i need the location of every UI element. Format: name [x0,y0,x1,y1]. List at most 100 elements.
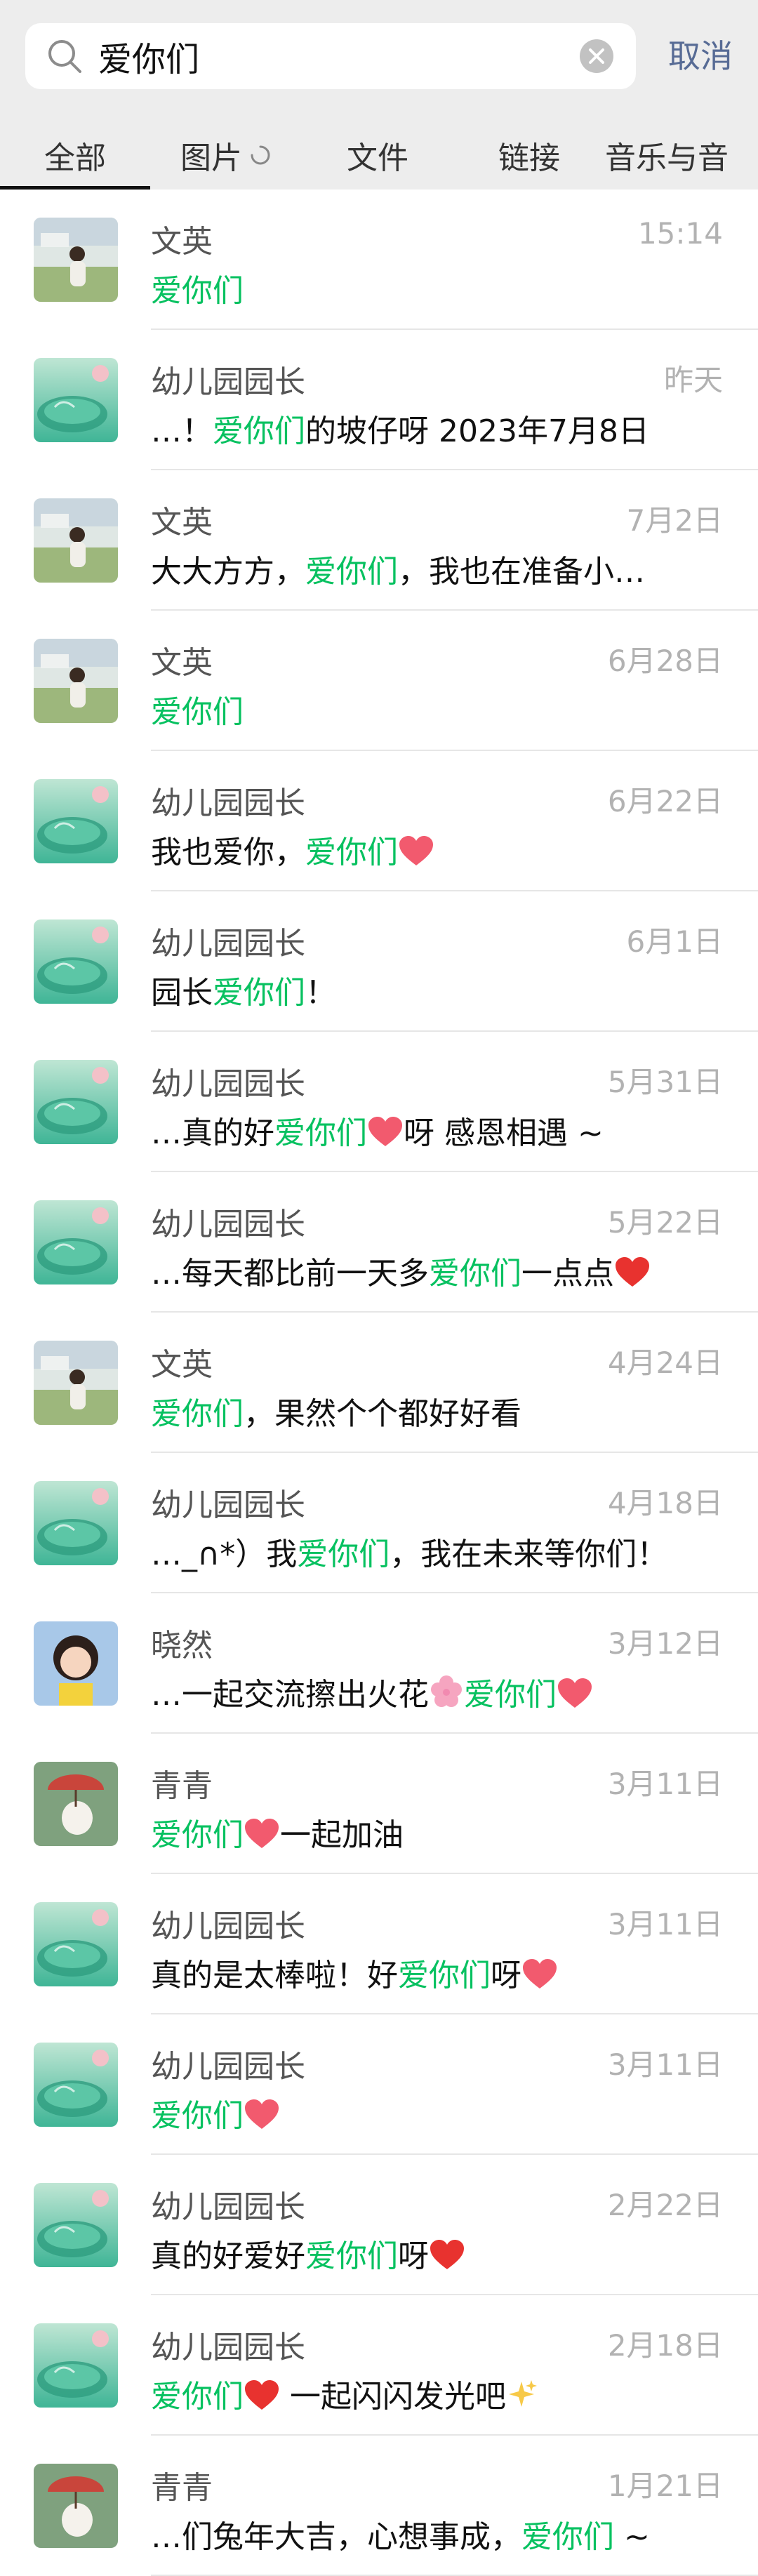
message-time: 6月28日 [607,644,723,678]
message-snippet: 爱你们 一起闪闪发光吧 [151,2371,538,2416]
message-snippet: …们兔年大吉，心想事成，爱你们 ~ [151,2511,650,2556]
snippet-suffix: 一起加油 [280,1817,404,1853]
avatar [34,2043,118,2127]
snippet-highlight: 爱你们 [305,2238,398,2274]
snippet-suffix: 一点点 [521,1256,614,1292]
snippet-highlight: 爱你们 [274,1115,367,1151]
snippet-suffix: ，我也在准备小… [398,554,645,590]
tab-music[interactable]: 音乐与音 [605,121,758,190]
search-icon [48,40,81,73]
search-result-row[interactable]: 青青 3月11日 爱你们 一起加油 [0,1734,758,1874]
tab-label: 文件 [347,140,408,176]
heart-emoji-icon [245,1819,279,1848]
snippet-highlight: 爱你们 [398,1958,491,1993]
avatar [34,1341,118,1425]
search-results-list: 文英 15:14 爱你们幼儿园园长 昨天 …！爱你们的坡仔呀 2023年7月8日 文英 7月… [0,190,758,2576]
filter-tabs: 全部 图片 文件 链接 音乐与音 [0,121,758,190]
heart-emoji-icon [368,1117,402,1146]
message-time: 3月12日 [607,1626,723,1661]
avatar [34,1762,118,1846]
search-result-row[interactable]: 文英 6月28日 爱你们 [0,611,758,751]
message-snippet: 园长爱你们！ [151,967,336,1012]
avatar [34,639,118,723]
search-result-row[interactable]: 幼儿园园长 5月22日 …每天都比前一天多爱你们一点点 [0,1172,758,1313]
search-result-row[interactable]: 幼儿园园长 2月18日 爱你们 一起闪闪发光吧 [0,2295,758,2436]
contact-name: 青青 [151,2470,213,2506]
snippet-highlight: 爱你们 [151,1817,244,1853]
message-time: 7月2日 [626,503,723,538]
tab-files[interactable]: 文件 [302,121,453,190]
snippet-prefix: …每天都比前一天多 [151,1256,429,1292]
snippet-highlight: 爱你们 [151,1396,244,1432]
sparkles-emoji-icon [509,2380,537,2407]
heart-emoji-icon [430,2240,464,2269]
snippet-highlight: 爱你们 [521,2519,614,2555]
tab-all[interactable]: 全部 [0,121,150,190]
message-time: 6月22日 [607,784,723,818]
snippet-suffix: ，我在未来等你们！ [390,1536,668,1572]
message-snippet: …一起交流擦出火花 爱你们 [151,1669,593,1714]
snippet-highlight: 爱你们 [305,835,398,870]
search-header: 爱你们 取消 全部 图片 文件 链接 音乐与音 [0,0,758,190]
search-result-row[interactable]: 幼儿园园长 昨天 …！爱你们的坡仔呀 2023年7月8日 [0,330,758,470]
tab-label: 图片 [180,140,242,176]
search-result-row[interactable]: 文英 7月2日 大大方方，爱你们，我也在准备小… [0,470,758,611]
snippet-suffix: ~ [614,2519,650,2555]
tab-label: 音乐与音 [605,140,729,176]
snippet-highlight: 爱你们 [429,1256,521,1292]
tab-label: 全部 [44,140,106,176]
heart-emoji-icon [399,836,433,865]
avatar [34,779,118,863]
snippet-prefix: 我也爱你， [151,835,305,870]
message-snippet: …！爱你们的坡仔呀 2023年7月8日 [151,406,649,451]
message-snippet: 爱你们，果然个个都好好看 [151,1388,521,1433]
snippet-suffix: 呀 感恩相遇 ~ [404,1115,604,1151]
contact-name: 文英 [151,224,213,260]
message-snippet: 真的好爱好爱你们呀 [151,2231,465,2276]
message-time: 3月11日 [607,1907,723,1941]
search-result-row[interactable]: 青青 1月21日 …们兔年大吉，心想事成，爱你们 ~ [0,2436,758,2576]
snippet-prefix: …一起交流擦出火花 [151,1677,429,1713]
search-result-row[interactable]: 幼儿园园长 4月18日 …_∩*）我爱你们，我在未来等你们！ [0,1453,758,1593]
contact-name: 幼儿园园长 [151,2189,305,2225]
search-result-row[interactable]: 幼儿园园长 6月1日 园长爱你们！ [0,891,758,1032]
message-time: 4月18日 [607,1486,723,1520]
message-time: 3月11日 [607,2047,723,2082]
tab-images[interactable]: 图片 [150,121,302,190]
message-snippet: 真的是太棒啦！好爱你们呀 [151,1950,558,1995]
search-result-row[interactable]: 文英 15:14 爱你们 [0,190,758,330]
clear-icon[interactable] [578,38,615,74]
snippet-suffix: 呀 [398,2238,429,2274]
snippet-prefix: 大大方方， [151,554,305,590]
search-result-row[interactable]: 文英 4月24日 爱你们，果然个个都好好看 [0,1313,758,1453]
search-input[interactable]: 爱你们 [25,23,636,89]
loading-spinner-icon [251,145,270,165]
message-time: 昨天 [663,363,723,397]
contact-name: 青青 [151,1768,213,1804]
snippet-highlight: 爱你们 [151,2098,244,2134]
avatar [34,1200,118,1284]
avatar [34,2323,118,2408]
heart-emoji-icon [558,1678,592,1708]
contact-name: 晓然 [151,1628,213,1664]
tab-links[interactable]: 链接 [453,121,605,190]
contact-name: 幼儿园园长 [151,785,305,821]
message-time: 4月24日 [607,1346,723,1380]
snippet-suffix: 的坡仔呀 2023年7月8日 [305,413,649,449]
search-result-row[interactable]: 幼儿园园长 3月11日 真的是太棒啦！好爱你们呀 [0,1874,758,2014]
search-result-row[interactable]: 幼儿园园长 3月11日 爱你们 [0,2014,758,2155]
heart-emoji-icon [523,1959,557,1989]
search-result-row[interactable]: 幼儿园园长 5月31日 …真的好爱你们 呀 感恩相遇 ~ [0,1032,758,1172]
search-result-row[interactable]: 晓然 3月12日 …一起交流擦出火花 爱你们 [0,1593,758,1734]
avatar [34,1621,118,1706]
cancel-button[interactable]: 取消 [668,31,733,77]
message-snippet: …每天都比前一天多爱你们一点点 [151,1248,651,1293]
avatar [34,1902,118,1986]
search-result-row[interactable]: 幼儿园园长 6月22日我也爱你，爱你们 [0,751,758,891]
snippet-highlight: 爱你们 [151,2379,244,2415]
heart-emoji-icon [616,1257,649,1287]
heart-emoji-icon [245,2099,279,2129]
contact-name: 幼儿园园长 [151,364,305,400]
message-snippet: 爱你们 [151,686,244,731]
search-result-row[interactable]: 幼儿园园长 2月22日 真的好爱好爱你们呀 [0,2155,758,2295]
